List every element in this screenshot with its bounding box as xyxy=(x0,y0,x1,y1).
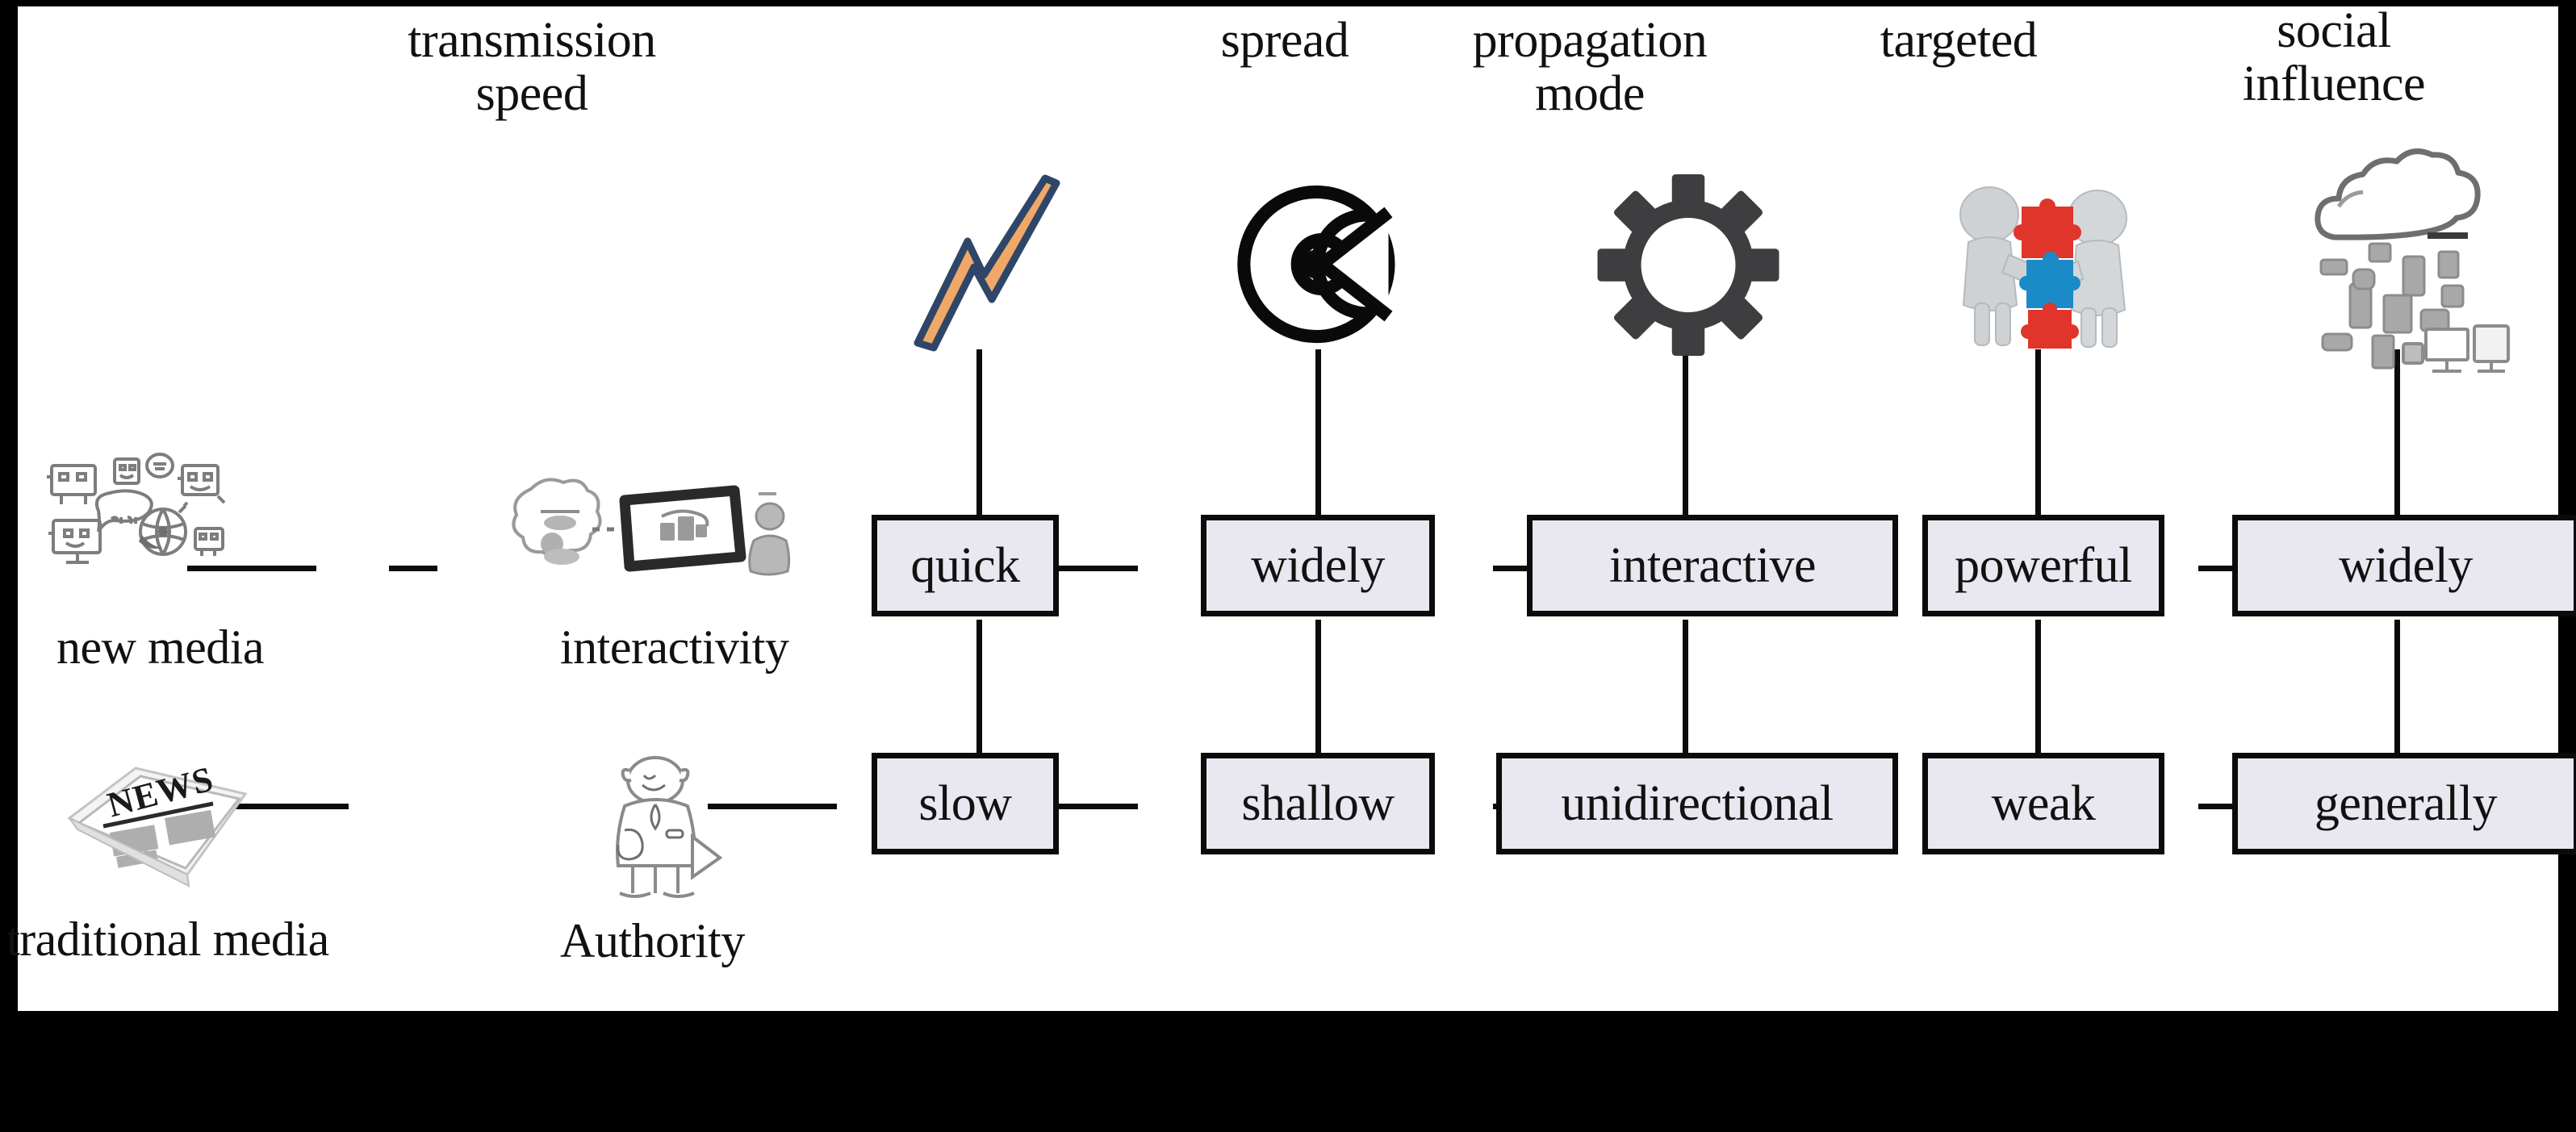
column-header-propagation-mode: propagation mode xyxy=(1472,13,1708,121)
attribute-label-authority: Authority xyxy=(560,914,745,967)
diagram-page: transmission speed spread propagation mo… xyxy=(0,0,2576,1132)
column-header-social-influence: social influence xyxy=(2242,3,2426,111)
gear-icon xyxy=(1595,174,1781,356)
sketch-media-devices-icon xyxy=(40,453,226,579)
node-unidirectional[interactable]: unidirectional xyxy=(1496,753,1898,854)
node-widely-influence[interactable]: widely xyxy=(2232,515,2576,616)
connector-vertical-col5-top xyxy=(2394,349,2400,515)
brain-tablet-person-icon xyxy=(502,466,825,595)
node-interactive[interactable]: interactive xyxy=(1527,515,1898,616)
lightning-bolt-icon xyxy=(910,172,1071,352)
attribute-label-interactivity: interactivity xyxy=(560,620,789,674)
node-widely-spread[interactable]: widely xyxy=(1201,515,1435,616)
connector-quick-to-widely xyxy=(1048,566,1138,571)
node-powerful[interactable]: powerful xyxy=(1922,515,2164,616)
node-generally[interactable]: generally xyxy=(2232,753,2576,854)
node-quick[interactable]: quick xyxy=(872,515,1059,616)
radar-target-icon xyxy=(1232,178,1406,351)
source-label-traditional-media: traditional media xyxy=(6,913,329,966)
connector-slow-to-shallow xyxy=(1048,804,1138,809)
cloud-devices-icon xyxy=(2300,142,2526,373)
authority-person-icon xyxy=(597,753,742,906)
connector-vertical-col5-mid xyxy=(2394,620,2400,757)
node-slow[interactable]: slow xyxy=(872,753,1059,854)
node-weak[interactable]: weak xyxy=(1922,753,2164,854)
connector-vertical-col3-top xyxy=(1683,349,1688,515)
connector-vertical-col3-mid xyxy=(1683,620,1688,757)
connector-vertical-col4-mid xyxy=(2035,620,2041,757)
connector-vertical-col2-mid xyxy=(1315,620,1321,757)
diagram-canvas: transmission speed spread propagation mo… xyxy=(6,3,2576,1011)
connector-interactivity-to-quick xyxy=(389,566,437,571)
people-puzzle-icon xyxy=(1942,168,2144,349)
source-label-new-media: new media xyxy=(56,620,265,674)
connector-vertical-col2-top xyxy=(1315,349,1321,515)
connector-vertical-col1-top xyxy=(976,349,982,515)
newspaper-icon: NEWS xyxy=(58,749,260,898)
node-shallow[interactable]: shallow xyxy=(1201,753,1435,854)
column-header-targeted: targeted xyxy=(1880,13,2038,68)
column-header-spread: spread xyxy=(1220,13,1349,68)
column-header-transmission-speed: transmission speed xyxy=(408,13,656,121)
connector-vertical-col4-top xyxy=(2035,349,2041,515)
connector-vertical-col1-mid xyxy=(976,620,982,757)
